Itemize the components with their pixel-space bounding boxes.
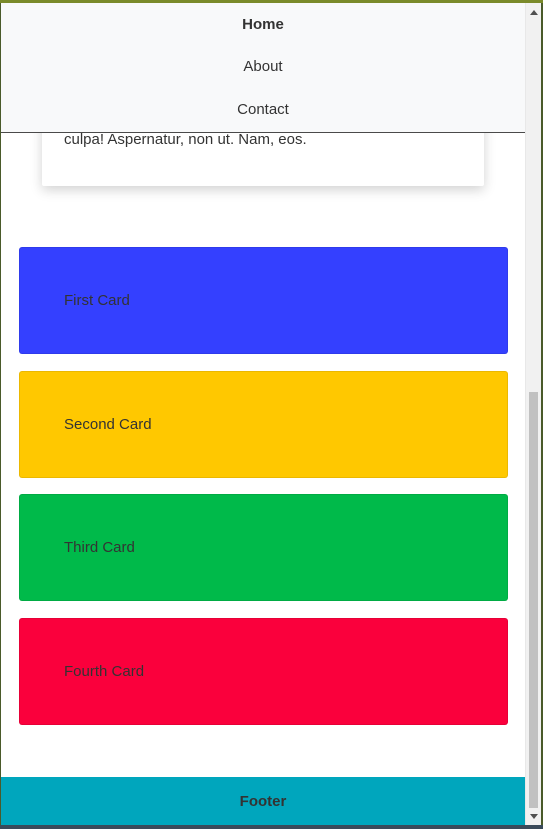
card-label: First Card xyxy=(64,292,130,309)
page-content: culpa! Aspernatur, non ut. Nam, eos. Fir… xyxy=(1,3,525,825)
card-third[interactable]: Third Card xyxy=(19,494,508,601)
page-viewport: culpa! Aspernatur, non ut. Nam, eos. Fir… xyxy=(1,3,541,825)
scrollbar-thumb[interactable] xyxy=(529,392,538,808)
card-label: Second Card xyxy=(64,416,152,433)
nav-link-about[interactable]: About xyxy=(1,57,525,77)
article-text: culpa! Aspernatur, non ut. Nam, eos. xyxy=(64,131,307,148)
card-label: Third Card xyxy=(64,539,135,556)
page-footer: Footer xyxy=(1,777,525,825)
window-bottom-edge xyxy=(0,825,543,829)
vertical-scrollbar[interactable] xyxy=(525,3,541,825)
browser-frame: culpa! Aspernatur, non ut. Nam, eos. Fir… xyxy=(0,0,543,829)
card-label: Fourth Card xyxy=(64,663,145,680)
navbar: Home About Contact xyxy=(1,3,525,133)
nav-link-contact[interactable]: Contact xyxy=(1,100,525,120)
scroll-down-arrow-icon[interactable] xyxy=(526,809,541,823)
card-first[interactable]: First Card xyxy=(19,247,508,354)
card-second[interactable]: Second Card xyxy=(19,371,508,478)
nav-link-home[interactable]: Home xyxy=(1,15,525,35)
scroll-up-arrow-icon[interactable] xyxy=(526,5,541,19)
card-fourth[interactable]: Fourth Card xyxy=(19,618,508,725)
